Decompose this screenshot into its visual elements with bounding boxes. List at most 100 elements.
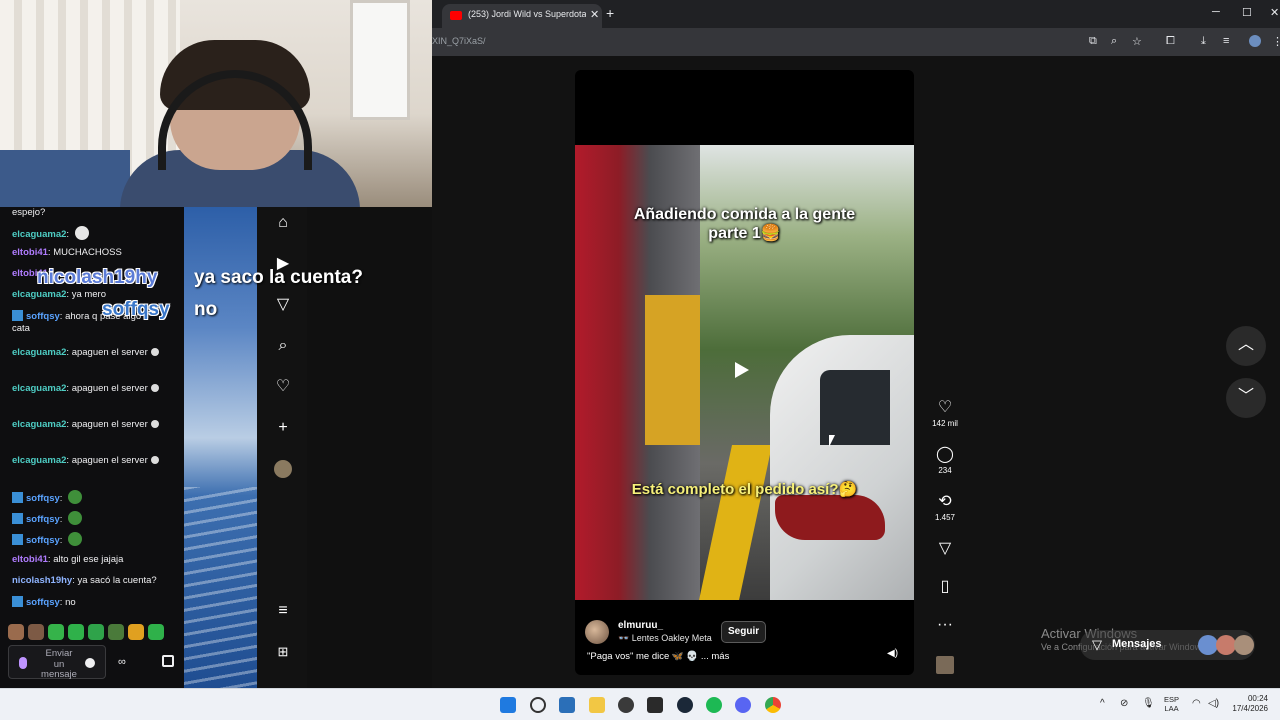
chat-username[interactable]: elcaguama2 — [12, 347, 66, 358]
next-video-button[interactable]: ﹀ — [1226, 378, 1266, 418]
video-caption-top: Añadiendo comida a la gente parte 1🍔 — [633, 206, 856, 242]
badge-icon — [12, 534, 23, 545]
tab-close-icon[interactable]: ✕ — [590, 8, 599, 21]
save-action[interactable]: ▯ — [930, 578, 960, 596]
chat-message: eltobi41: MUCHACHOSS — [12, 247, 180, 259]
comment-action[interactable]: ◯ 234 — [930, 446, 960, 475]
address-bar: XIN_Q7iXaS/ ⧉ ⌕ ☆ ⧠ ⤓ ≡ ⋮ — [432, 28, 1280, 56]
active-tab[interactable]: (253) Jordi Wild vs Superdotad ✕ — [442, 4, 602, 28]
repost-action[interactable]: ⟲ 1.457 — [930, 493, 960, 522]
chat-username[interactable]: elcaguama2 — [12, 383, 66, 394]
apps-icon[interactable]: ⊞ — [274, 643, 292, 661]
author-avatar[interactable] — [585, 620, 609, 644]
video-caption-bottom: Está completo el pedido así?🤔 — [631, 481, 858, 498]
maximize-button[interactable]: ☐ — [1242, 6, 1252, 19]
profile-avatar[interactable] — [274, 460, 292, 478]
follow-button[interactable]: Seguir — [721, 621, 767, 643]
volume-icon[interactable]: ◁) — [1208, 698, 1219, 709]
cast-icon[interactable]: ⧉ — [1089, 35, 1097, 48]
discord-icon[interactable] — [735, 697, 751, 713]
emote-icon[interactable] — [8, 624, 24, 640]
more-menu-icon[interactable]: ⋮ — [1272, 35, 1280, 48]
clock[interactable]: 00:24 17/4/2026 — [1226, 694, 1268, 714]
emote-icon[interactable] — [48, 624, 64, 640]
chat-username[interactable]: soffqsy — [26, 597, 60, 608]
video-player[interactable]: Añadiendo comida a la gente parte 1🍔 Est… — [575, 70, 914, 675]
send-icon[interactable]: ▽ — [274, 296, 292, 314]
heart-icon[interactable]: ♡ — [274, 378, 292, 396]
chat-username[interactable]: soffqsy — [26, 493, 60, 504]
language-indicator[interactable]: ESP LAA — [1164, 695, 1179, 713]
chat-username[interactable]: nicolash19hy — [12, 575, 72, 586]
author-name[interactable]: elmuruu_ — [618, 620, 663, 631]
profile-icon[interactable] — [1249, 35, 1261, 47]
steam-icon[interactable] — [677, 697, 693, 713]
share-action[interactable]: ▽ — [930, 540, 960, 558]
chat-message: elcaguama2: — [12, 226, 180, 241]
close-button[interactable]: ✕ — [1270, 6, 1279, 19]
more-action[interactable]: ··· — [930, 616, 960, 634]
new-tab-button[interactable]: + — [606, 5, 614, 21]
start-icon[interactable] — [500, 697, 516, 713]
chat-username[interactable]: elcaguama2 — [12, 289, 66, 300]
emoji-icon[interactable] — [85, 658, 95, 668]
chat-message: eltobi41: alto gil ese jajaja — [12, 554, 180, 566]
comment-icon: ◯ — [936, 446, 954, 463]
chat-username[interactable]: soffqsy — [26, 311, 60, 322]
bookmark-star-icon[interactable]: ☆ — [1132, 35, 1142, 48]
chat-username[interactable]: eltobi41 — [12, 247, 48, 258]
like-action[interactable]: ♡ 142 mil — [930, 399, 960, 428]
chevron-up-icon[interactable]: ^ — [1100, 698, 1105, 709]
url-text[interactable]: XIN_Q7iXaS/ — [432, 36, 486, 46]
chat-separator: : — [59, 535, 66, 546]
wifi-icon[interactable]: ◠ — [1192, 698, 1201, 709]
chat-message: elcaguama2: apaguen el server — [12, 419, 180, 431]
mic-icon[interactable]: 🎙 — [1142, 698, 1155, 709]
emote-icon[interactable] — [148, 624, 164, 640]
volume-icon[interactable]: ◀) — [887, 648, 898, 659]
menu-icon[interactable]: ≡ — [274, 602, 292, 620]
chat-username[interactable]: elcaguama2 — [12, 229, 66, 240]
emote-icon[interactable] — [88, 624, 104, 640]
bits-button[interactable]: ∞ — [118, 656, 126, 668]
video-description[interactable]: "Paga vos" me dice 🦋 💀 ... más — [587, 651, 729, 662]
emote-icon[interactable] — [108, 624, 124, 640]
minimize-button[interactable]: ─ — [1212, 6, 1220, 18]
zoom-icon[interactable]: ⌕ — [1111, 35, 1117, 48]
chat-username[interactable]: elcaguama2 — [12, 455, 66, 466]
extensions-icon[interactable]: ⧠ — [1166, 35, 1175, 48]
search-icon[interactable] — [530, 697, 546, 713]
chat-username[interactable]: elcaguama2 — [12, 419, 66, 430]
plus-icon[interactable]: + — [274, 419, 292, 437]
download-icon[interactable]: ⤓ — [1201, 35, 1206, 48]
home-icon[interactable]: ⌂ — [274, 214, 292, 232]
chat-username[interactable]: soffqsy — [26, 514, 60, 525]
epic-games-icon[interactable] — [647, 697, 663, 713]
chat-message: soffqsy: — [12, 511, 180, 526]
chat-username[interactable]: soffqsy — [26, 535, 60, 546]
car-window — [820, 370, 890, 445]
file-explorer-icon[interactable] — [589, 697, 605, 713]
app-icon[interactable] — [618, 697, 634, 713]
store-icon[interactable] — [162, 655, 174, 667]
chat-input[interactable]: Enviar un mensaje — [8, 645, 106, 680]
store-icon[interactable] — [559, 697, 575, 713]
media-icon[interactable]: ≡ — [1223, 35, 1229, 47]
spotify-icon[interactable] — [706, 697, 722, 713]
search-icon[interactable]: ⌕ — [274, 337, 292, 355]
previous-video-button[interactable]: ︿ — [1226, 326, 1266, 366]
overlay-username: soffqsy — [102, 299, 170, 320]
mic-icon[interactable] — [19, 657, 27, 669]
emote-icon[interactable] — [128, 624, 144, 640]
chrome-icon[interactable] — [765, 697, 781, 713]
user-avatar[interactable] — [936, 656, 954, 674]
emote-icon[interactable] — [68, 624, 84, 640]
emote-icon[interactable] — [28, 624, 44, 640]
language-code: ESP — [1164, 695, 1180, 704]
chat-username[interactable]: eltobi41 — [12, 554, 48, 565]
messages-button[interactable]: ▽ Mensajes — [1080, 630, 1255, 660]
browser-tabbar: (253) Jordi Wild vs Superdotad ✕ + ─ ☐ ✕ — [432, 0, 1280, 28]
music-label[interactable]: 👓 Lentes Oakley Meta — [618, 633, 712, 644]
play-icon[interactable] — [735, 362, 749, 378]
network-icon[interactable]: ⊘ — [1120, 698, 1128, 709]
